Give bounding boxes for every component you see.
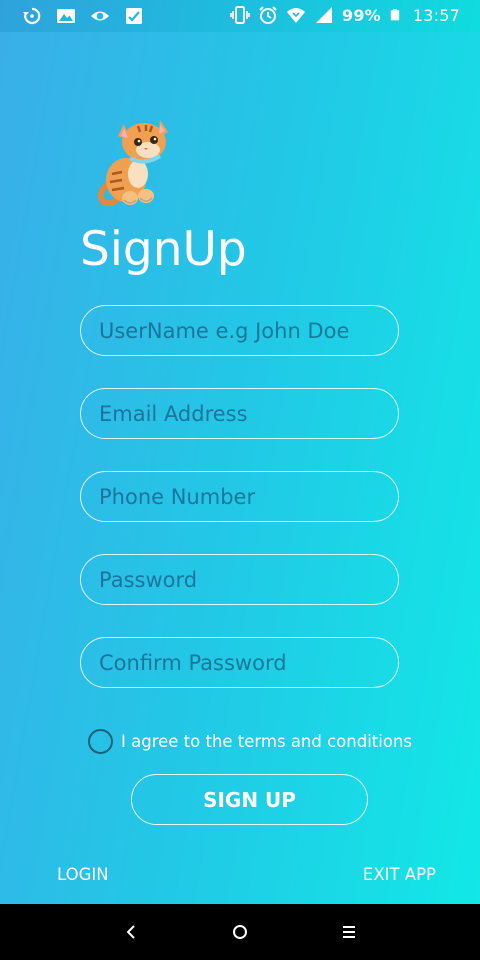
signup-button[interactable]: SIGN UP bbox=[131, 774, 368, 825]
terms-radio[interactable] bbox=[88, 729, 113, 754]
username-input[interactable] bbox=[99, 318, 398, 343]
battery-icon bbox=[390, 9, 400, 21]
battery-percent: 99% bbox=[341, 5, 381, 25]
home-icon[interactable] bbox=[229, 921, 251, 943]
login-link[interactable]: LOGIN bbox=[57, 865, 109, 884]
confirm-password-field-container bbox=[80, 637, 399, 688]
status-bar: 99% 13:57 bbox=[0, 0, 480, 32]
cat-logo bbox=[97, 120, 168, 207]
clock: 13:57 bbox=[412, 5, 460, 25]
phone-input[interactable] bbox=[99, 484, 398, 509]
password-field-container bbox=[80, 554, 399, 605]
vibrate-icon bbox=[230, 6, 250, 24]
back-icon[interactable] bbox=[120, 921, 142, 943]
wifi-icon bbox=[286, 8, 305, 23]
phone-field-container bbox=[80, 471, 399, 522]
checkbox-image-icon bbox=[126, 8, 142, 24]
eye-icon bbox=[91, 11, 109, 21]
exit-app-link[interactable]: EXIT APP bbox=[363, 865, 436, 884]
signal-icon bbox=[315, 7, 332, 23]
menu-icon[interactable] bbox=[338, 921, 360, 943]
signup-screen: 99% 13:57 SignUp UserName e.g John Doe E… bbox=[0, 0, 480, 904]
page-title: SignUp bbox=[80, 222, 247, 277]
email-field-container bbox=[80, 388, 399, 439]
alarm-icon bbox=[259, 6, 277, 24]
terms-agreement[interactable]: I agree to the terms and conditions bbox=[88, 729, 412, 754]
navigation-bar bbox=[0, 904, 480, 960]
confirm-password-input[interactable] bbox=[99, 650, 398, 675]
image-icon bbox=[57, 9, 75, 23]
terms-label[interactable]: I agree to the terms and conditions bbox=[121, 732, 412, 751]
password-input[interactable] bbox=[99, 567, 398, 592]
username-field-container bbox=[80, 305, 399, 356]
email-input[interactable] bbox=[99, 401, 398, 426]
sync-icon bbox=[23, 7, 41, 25]
